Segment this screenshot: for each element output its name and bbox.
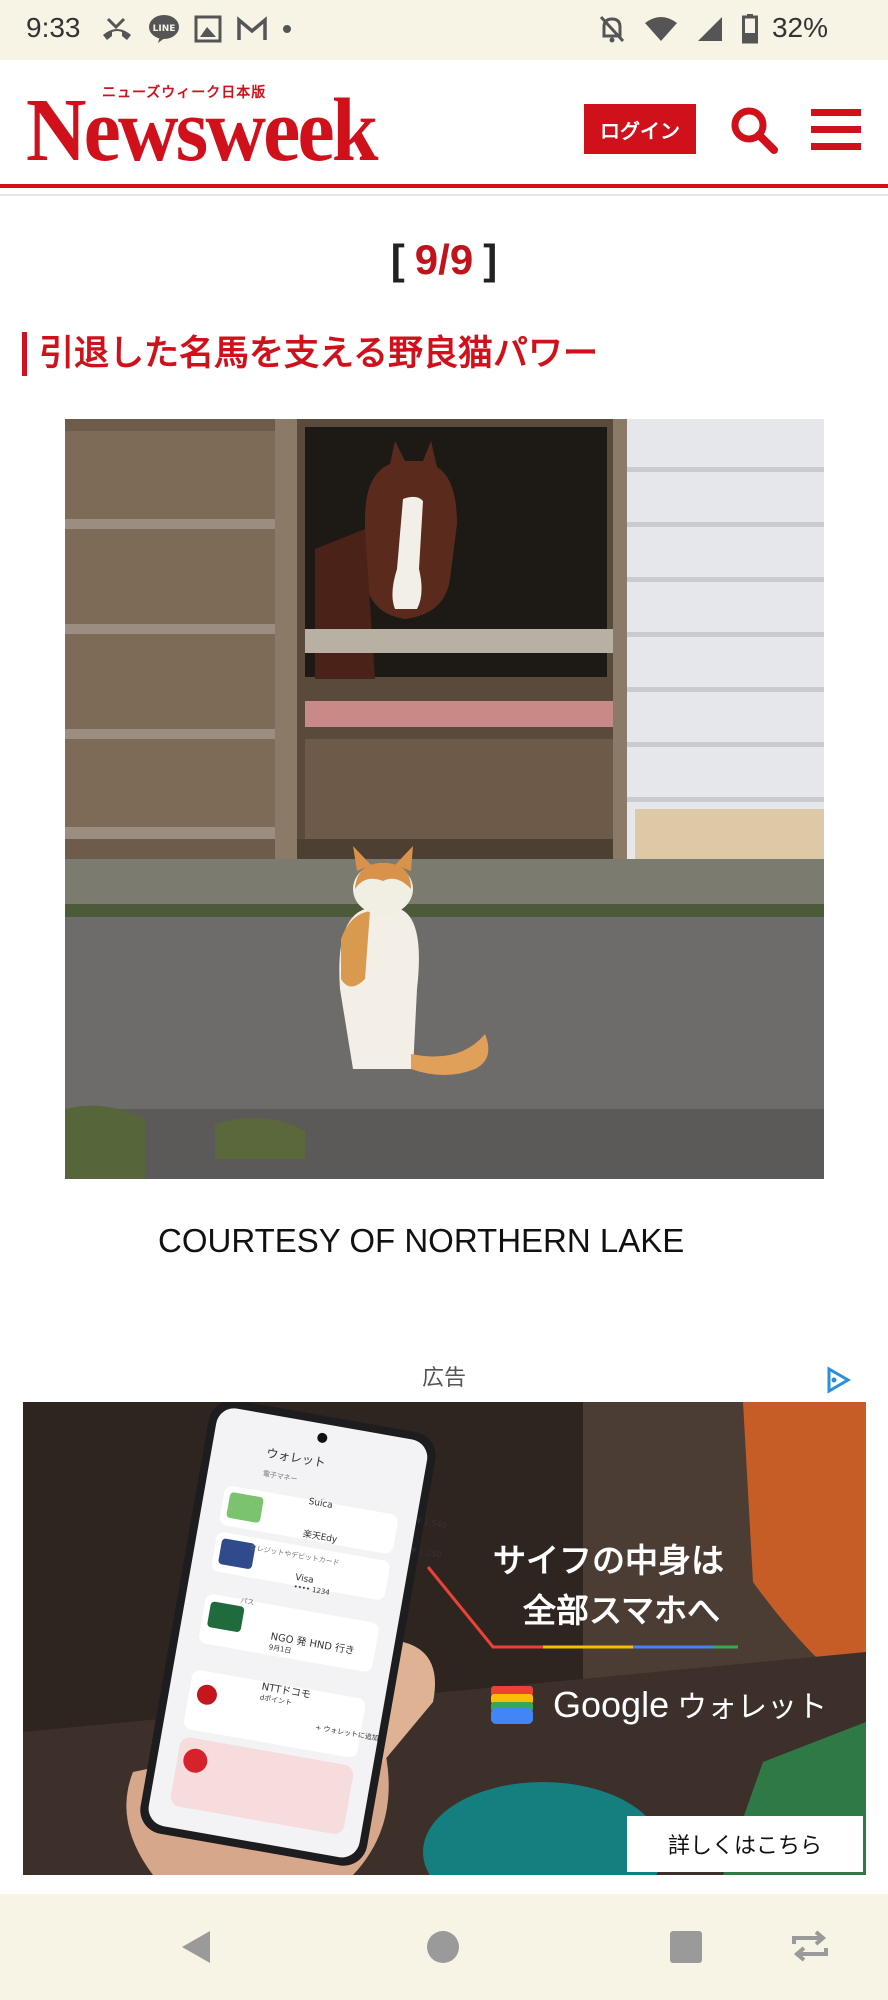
bracket-left: [ [390, 236, 405, 283]
search-icon[interactable] [728, 104, 780, 156]
missed-call-icon [100, 15, 134, 43]
phone-suica-label: Suica [307, 1496, 334, 1512]
adchoices-icon[interactable] [824, 1366, 852, 1394]
ad-label: 広告 [421, 1366, 466, 1391]
system-nav-bar [0, 1894, 888, 2000]
divider [0, 194, 888, 196]
back-icon[interactable] [178, 1928, 214, 1970]
hamburger-menu-icon[interactable] [810, 106, 862, 154]
phone-suica-amount: ¥ 1,540 [415, 1516, 448, 1531]
ad-brand-google: Google [553, 1684, 670, 1725]
recents-icon[interactable] [669, 1930, 703, 1968]
logo-subtitle: ニューズウィーク日本版 [102, 85, 267, 101]
gallery-position: 9/9 [414, 236, 474, 283]
gallery-pager: [9/9] [0, 236, 888, 284]
clock: 9:33 [26, 12, 81, 43]
photo-credit: COURTESY OF NORTHERN LAKE [158, 1222, 685, 1259]
bracket-right: ] [483, 236, 498, 283]
signal-icon [696, 15, 724, 43]
mute-icon [598, 14, 626, 44]
line-icon: LINE [148, 14, 180, 44]
dot-icon [282, 15, 292, 43]
ad-cta-button[interactable]: 詳しくはこちら [627, 1816, 863, 1872]
gallery-photo[interactable] [65, 419, 824, 1179]
home-icon[interactable] [426, 1930, 460, 1968]
gmail-icon [236, 16, 268, 42]
svg-text:LINE: LINE [153, 24, 176, 34]
phone-edy-label: 楽天Edy [301, 1529, 338, 1546]
newsweek-logo[interactable]: Newsweek ニューズウィーク日本版 [26, 82, 494, 176]
ad-brand-suffix: ウォレット [677, 1690, 828, 1725]
status-bar: 9:33 LINE 32% [0, 0, 888, 60]
battery-icon [742, 14, 758, 44]
ad-headline-line2: 全部スマホへ [523, 1591, 721, 1630]
phone-edy-amount: ¥ 1,250 [410, 1545, 443, 1560]
wifi-icon [644, 15, 678, 43]
rotate-icon[interactable] [790, 1930, 830, 1966]
ad-brand: Google ウォレット [553, 1682, 827, 1726]
login-button[interactable]: ログイン [584, 104, 696, 154]
ad-headline-line1: サイフの中身は [493, 1541, 724, 1580]
battery-percent: 32% [771, 12, 828, 43]
advertisement-banner[interactable]: ウォレット 電子マネー Suica ¥ 1,540 楽天Edy ¥ 1,250 … [23, 1402, 866, 1875]
photo-icon [194, 15, 222, 43]
gallery-title: 引退した名馬を支える野良猫パワー [22, 332, 598, 376]
ad-headline: サイフの中身は 全部スマホへ [493, 1536, 724, 1636]
site-header: Newsweek ニューズウィーク日本版 ログイン [0, 60, 888, 188]
